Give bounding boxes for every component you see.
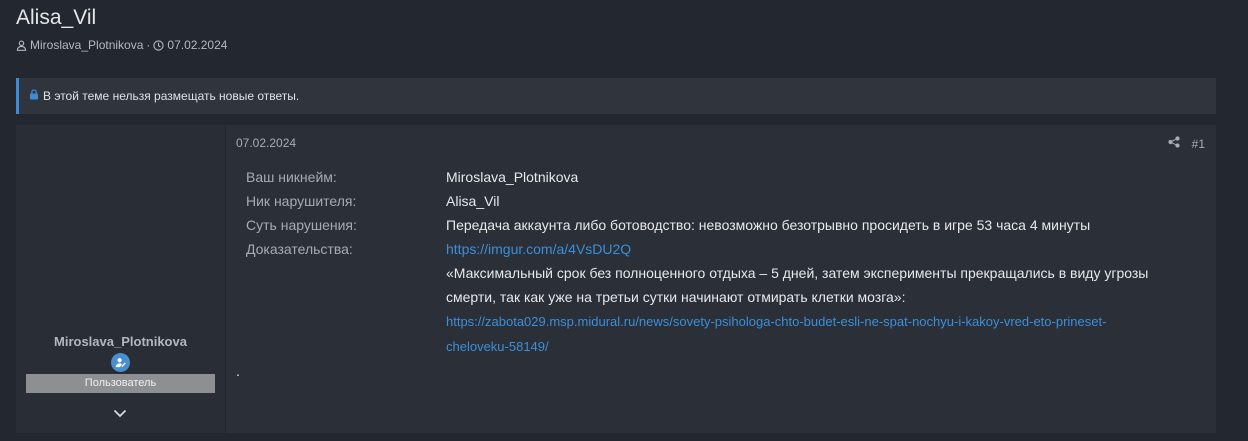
report-fields: Ваш никнейм: Miroslava_Plotnikova Ник на… (246, 165, 1196, 359)
quote-line: «Максимальный срок без полноценного отды… (446, 265, 1149, 281)
post-trailing-text: . (236, 363, 240, 379)
post-actions: #1 (1168, 136, 1205, 151)
post-date-link[interactable]: 07.02.2024 (236, 136, 296, 150)
field-label: Суть нарушения: (246, 217, 357, 233)
evidence-quote: «Максимальный срок без полноценного отды… (446, 261, 1196, 359)
field-label: Доказательства: (246, 241, 353, 257)
page: Alisa_Vil Miroslava_Plotnikova · 07.02.2… (0, 0, 1248, 441)
thread-meta: Miroslava_Plotnikova · 07.02.2024 (16, 38, 227, 52)
source-link[interactable]: https://zabota029.msp.midural.ru/news/so… (446, 314, 1106, 329)
chevron-down-icon[interactable] (112, 406, 128, 420)
source-link-continued[interactable]: cheloveku-58149/ (446, 339, 549, 354)
post-username-link[interactable]: Miroslava_Plotnikova (16, 334, 225, 349)
post-content: 07.02.2024 #1 Ваш никнейм: Miroslava_Plo… (226, 125, 1216, 433)
field-value: Miroslava_Plotnikova (446, 169, 579, 185)
post-number-link[interactable]: #1 (1192, 137, 1205, 151)
user-badge-icon (111, 353, 130, 372)
field-label: Ваш никнейм: (246, 169, 337, 185)
evidence-link[interactable]: https://imgur.com/a/4VsDU2Q (446, 237, 631, 261)
thread-date-link[interactable]: 07.02.2024 (167, 38, 227, 52)
user-role-banner: Пользователь (26, 374, 215, 393)
user-icon (16, 40, 27, 51)
field-value: Передача аккаунта либо ботоводство: нево… (446, 217, 1091, 233)
post-user-panel: Miroslava_Plotnikova Пользователь (16, 125, 226, 433)
share-icon[interactable] (1168, 136, 1180, 151)
notice-text: В этой теме нельзя размещать новые ответ… (43, 89, 300, 103)
thread-locked-notice: В этой теме нельзя размещать новые ответ… (16, 78, 1216, 114)
clock-icon (153, 39, 165, 51)
thread-title: Alisa_Vil (16, 6, 97, 29)
lock-icon (29, 89, 39, 103)
field-row-violation: Суть нарушения: Передача аккаунта либо б… (246, 213, 1196, 237)
quote-line: смерти, так как уже на третьи сутки начи… (446, 289, 906, 305)
meta-separator: · (146, 38, 151, 52)
thread-author-link[interactable]: Miroslava_Plotnikova (30, 38, 143, 52)
field-value: Alisa_Vil (446, 193, 500, 209)
field-row-violator: Ник нарушителя: Alisa_Vil (246, 189, 1196, 213)
field-row-nickname: Ваш никнейм: Miroslava_Plotnikova (246, 165, 1196, 189)
field-label: Ник нарушителя: (246, 193, 357, 209)
post: Miroslava_Plotnikova Пользователь 07.02.… (16, 125, 1216, 433)
field-row-evidence: Доказательства: https://imgur.com/a/4VsD… (246, 237, 1196, 261)
